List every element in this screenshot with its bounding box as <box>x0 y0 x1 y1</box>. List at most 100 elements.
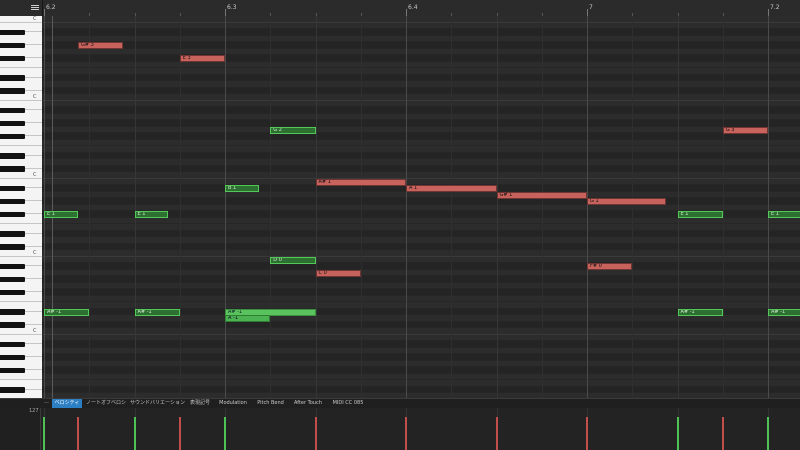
tab-7[interactable]: After Touch <box>290 399 326 408</box>
tab-3[interactable]: サウンドバリエーション <box>130 399 185 408</box>
grid-beat-line <box>677 16 679 398</box>
piano-black-key[interactable] <box>0 341 25 347</box>
midi-note[interactable]: A# -1 <box>44 308 90 316</box>
piano-black-key[interactable] <box>0 289 25 295</box>
piano-black-key[interactable] <box>0 120 25 126</box>
piano-black-key[interactable] <box>0 211 25 217</box>
ruler-bar-tick <box>768 9 769 16</box>
octave-label: C <box>33 93 37 100</box>
grid-beat-line <box>722 16 724 398</box>
velocity-bar[interactable] <box>586 416 588 450</box>
midi-note[interactable]: G# 3 <box>77 42 124 49</box>
piano-black-key[interactable] <box>0 107 25 113</box>
midi-note[interactable]: A# -1 <box>768 308 800 316</box>
midi-note[interactable]: E 1 <box>677 211 723 218</box>
grid-beat-line <box>270 16 272 398</box>
grid-beat-line <box>225 16 226 398</box>
piano-keyboard[interactable]: C C C C C <box>0 16 42 398</box>
menu-icon-line <box>31 7 39 8</box>
midi-note[interactable]: A 1 <box>406 185 497 192</box>
midi-note[interactable]: D 0 <box>270 256 316 264</box>
piano-black-key[interactable] <box>0 231 25 237</box>
piano-black-key[interactable] <box>0 367 25 373</box>
piano-black-key[interactable] <box>0 276 25 282</box>
velocity-bar[interactable] <box>314 416 317 450</box>
midi-note[interactable]: G 2 <box>270 126 316 134</box>
octave-label: C <box>33 171 37 178</box>
octave-label: C <box>33 327 37 334</box>
tab-5[interactable]: Modulation <box>215 399 251 408</box>
piano-black-key[interactable] <box>0 166 25 172</box>
midi-note[interactable]: E 1 <box>134 211 169 218</box>
piano-black-key[interactable] <box>0 75 25 81</box>
piano-black-key[interactable] <box>0 263 25 269</box>
grid-beat-line <box>632 16 634 398</box>
piano-black-key[interactable] <box>0 244 25 250</box>
tab-6[interactable]: Pitch Bend <box>253 399 288 408</box>
midi-note[interactable]: F# 0 <box>587 263 633 270</box>
midi-note[interactable]: A# -1 <box>134 308 180 316</box>
piano-black-key[interactable] <box>0 42 25 48</box>
menu-button[interactable] <box>0 0 43 16</box>
velocity-bar[interactable] <box>133 416 136 450</box>
velocity-lane-header: 127 <box>0 408 41 450</box>
timeline-ruler[interactable]: 6.2 6.3 6.4 7 7.2 <box>0 0 800 17</box>
velocity-bar[interactable] <box>676 416 679 450</box>
playhead-line <box>52 16 53 398</box>
piano-roll-editor: 6.2 6.3 6.4 7 7.2 C C C C C G# 3 E 3 G 2 G 3 A# 1A 1… <box>0 0 800 450</box>
velocity-bar[interactable] <box>767 416 769 450</box>
ruler-bar-label: 6.2 <box>46 4 56 11</box>
piano-black-key[interactable] <box>0 133 25 139</box>
velocity-bar[interactable] <box>495 416 498 450</box>
velocity-bar[interactable] <box>76 416 79 450</box>
piano-black-key[interactable] <box>0 322 25 328</box>
grid-beat-line <box>315 16 317 398</box>
midi-note[interactable]: A -1 <box>225 315 271 322</box>
piano-black-key[interactable] <box>0 387 25 393</box>
tab-4[interactable]: 表現記号 <box>187 399 213 408</box>
menu-icon-line <box>31 9 39 10</box>
velocity-bar[interactable] <box>43 416 45 450</box>
piano-black-key[interactable] <box>0 153 25 159</box>
piano-black-key[interactable] <box>0 185 25 191</box>
piano-black-key[interactable] <box>0 55 25 61</box>
grid-beat-line <box>406 16 407 398</box>
velocity-bar[interactable] <box>178 416 181 450</box>
midi-note[interactable]: E 3 <box>179 55 225 62</box>
tab-1[interactable]: ベロシティ <box>52 399 82 408</box>
lane-collapse-toggle[interactable]: — <box>44 399 49 408</box>
midi-note[interactable]: E 1 <box>44 211 78 218</box>
tab-8[interactable]: MIDI CC 085 <box>328 399 368 408</box>
midi-note[interactable]: A# 1 <box>315 178 406 186</box>
menu-icon <box>31 5 39 6</box>
ruler-bar-label: 7 <box>589 4 593 11</box>
midi-note[interactable]: A# -1 <box>677 308 723 316</box>
piano-black-key[interactable] <box>0 88 25 94</box>
midi-note[interactable]: E 1 <box>768 211 800 218</box>
piano-black-key[interactable] <box>0 309 25 315</box>
piano-black-key[interactable] <box>0 198 25 204</box>
midi-note[interactable]: C 0 <box>315 269 361 277</box>
ruler-bar-tick <box>44 9 45 16</box>
piano-black-key[interactable] <box>0 354 25 360</box>
midi-note[interactable]: B 1 <box>225 185 259 192</box>
midi-note[interactable]: G 1 <box>587 198 667 205</box>
midi-note[interactable]: G# 1 <box>496 191 587 199</box>
grid-beat-line <box>179 16 181 398</box>
velocity-max-label: 127 <box>29 408 39 414</box>
grid-beat-line <box>134 16 136 398</box>
velocity-bar[interactable] <box>405 416 407 450</box>
velocity-bar[interactable] <box>224 416 226 450</box>
grid-beat-line <box>360 16 362 398</box>
grid-beat-line <box>541 16 543 398</box>
grid-beat-line <box>89 16 91 398</box>
note-grid[interactable]: G# 3 E 3 G 2 G 3 A# 1A 1 G# 1G 1 B 1 E 1 E 1 E 1 E… <box>42 16 800 398</box>
velocity-lane[interactable]: 127 <box>0 408 800 450</box>
ruler-bar-tick <box>225 9 226 16</box>
piano-black-key[interactable] <box>0 29 25 35</box>
velocity-bar[interactable] <box>721 416 724 450</box>
tab-2[interactable]: ノートオフベロシティ <box>84 399 128 415</box>
ruler-bar-label: 7.2 <box>770 4 780 11</box>
octave-label: C <box>33 16 37 22</box>
midi-note[interactable]: G 3 <box>722 126 768 134</box>
